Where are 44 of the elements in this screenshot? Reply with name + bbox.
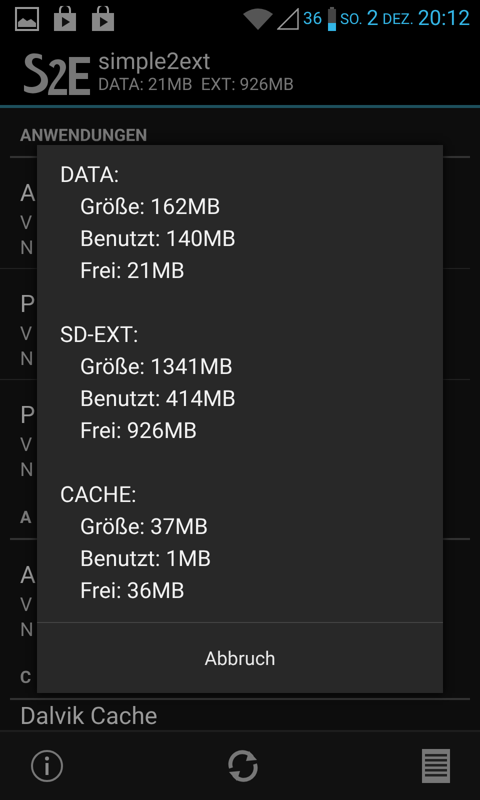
list-item-title: A (20, 560, 36, 591)
section-header: A (20, 507, 32, 530)
storage-value: Frei: 21MB (79, 258, 185, 286)
list-item-title: Dalvik Cache (20, 702, 158, 730)
storage-title: DATA: (60, 162, 120, 190)
storage-value: Frei: 926MB (79, 418, 197, 446)
storage-title: SD-EXT: (60, 322, 138, 350)
storage-value: Größe: 37MB (79, 514, 208, 542)
section-header: C (20, 667, 32, 690)
list-item-detail: N (20, 235, 34, 260)
list-item-title: A (20, 178, 36, 209)
list-item-detail: N (20, 346, 34, 371)
signal-icon (277, 8, 300, 30)
battery-icon (328, 7, 336, 31)
weekday: SO. (340, 10, 363, 28)
wifi-icon (243, 8, 274, 30)
storage-value: Benutzt: 140MB (79, 226, 236, 254)
cancel-button[interactable]: Abbruch (37, 622, 443, 693)
section-header: ANWENDUNGEN (20, 125, 148, 148)
list-item-detail: N (20, 457, 34, 482)
list-item-detail: V (20, 321, 32, 346)
storage-summary: DATA: 21MB EXT: 926MB (98, 74, 294, 94)
month: DEZ. (382, 10, 414, 28)
shopping-bag-icon (91, 6, 115, 32)
shopping-bag-icon (53, 6, 77, 32)
list-item-title: P (20, 289, 36, 320)
list-item-detail: V (20, 432, 32, 457)
list-item-detail: V (20, 210, 32, 235)
app-title: simple2ext (98, 48, 212, 74)
list-item-detail: V (20, 592, 32, 617)
clock: 20:12 (418, 7, 470, 31)
info-icon[interactable] (30, 749, 64, 783)
storage-value: Größe: 1341MB (79, 354, 233, 382)
storage-value: Benutzt: 414MB (79, 386, 236, 414)
storage-value: Benutzt: 1MB (79, 546, 212, 574)
picture-icon (15, 7, 39, 31)
list-item-detail: N (20, 617, 34, 642)
storage-value: Frei: 36MB (79, 578, 185, 606)
day: 2 (366, 7, 378, 31)
storage-value: Größe: 162MB (79, 194, 220, 222)
list-icon[interactable] (422, 749, 450, 783)
battery-percent: 36 (303, 9, 322, 29)
list-item-title: P (20, 400, 36, 431)
storage-title: CACHE: (60, 482, 136, 510)
